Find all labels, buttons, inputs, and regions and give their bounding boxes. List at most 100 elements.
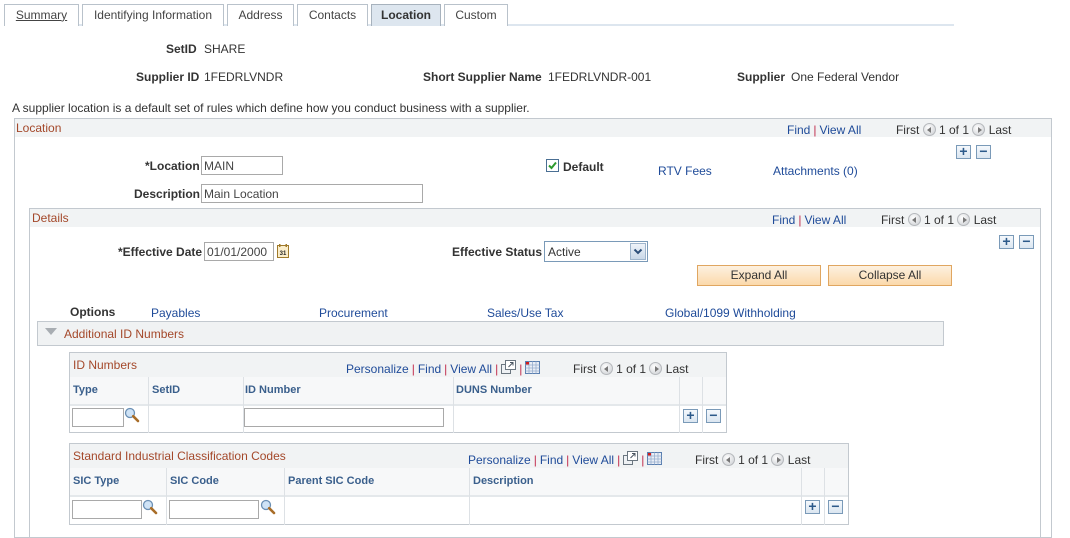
tab-label: Identifying Information	[93, 8, 213, 22]
column-divider	[824, 468, 825, 525]
separator: |	[411, 362, 415, 376]
location-input[interactable]	[201, 156, 283, 175]
separator: |	[519, 362, 523, 376]
effective-date-input[interactable]	[204, 242, 274, 261]
column-divider	[469, 468, 470, 525]
id-numbers-grid-title: ID Numbers	[73, 358, 138, 372]
description-input[interactable]	[201, 184, 423, 203]
tab-location[interactable]: Location	[371, 4, 441, 26]
collapse-triangle-icon	[45, 328, 57, 335]
separator: |	[617, 453, 621, 467]
location-find-link[interactable]: Find	[787, 123, 810, 137]
previous-arrow-icon[interactable]	[907, 213, 921, 226]
type-input[interactable]	[72, 408, 124, 427]
tab-summary[interactable]: Summary	[4, 4, 79, 26]
details-find-link[interactable]: Find	[772, 213, 795, 227]
sic-grid-title: Standard Industrial Classification Codes	[73, 449, 286, 463]
default-checkbox[interactable]	[546, 159, 559, 172]
additional-id-numbers-header[interactable]: Additional ID Numbers	[37, 321, 944, 346]
payables-link[interactable]: Payables	[151, 306, 200, 320]
magnifier-icon[interactable]	[260, 499, 276, 515]
delete-location-button[interactable]: −	[976, 144, 991, 159]
previous-arrow-icon[interactable]	[922, 123, 936, 136]
default-label: Default	[563, 160, 604, 174]
delete-row-button[interactable]: −	[828, 499, 843, 514]
previous-arrow-icon[interactable]	[721, 453, 735, 466]
expand-all-button[interactable]: Expand All	[697, 265, 821, 286]
first-label: First	[695, 453, 719, 467]
column-header-type[interactable]: Type	[73, 384, 98, 396]
effective-status-value: Active	[548, 245, 581, 259]
svg-text:31: 31	[280, 251, 287, 257]
details-last-label: Last	[973, 213, 997, 227]
column-divider	[453, 377, 454, 433]
personalize-link[interactable]: Personalize	[346, 362, 409, 376]
column-header-sic-type[interactable]: SIC Type	[73, 475, 119, 487]
column-divider	[284, 468, 285, 525]
separator: |	[813, 123, 817, 137]
id-number-input[interactable]	[244, 408, 444, 427]
procurement-link[interactable]: Procurement	[319, 306, 388, 320]
supplier-id-value: 1FEDRLVNDR	[204, 70, 284, 84]
column-header-id-number[interactable]: ID Number	[245, 384, 301, 396]
additional-id-numbers-title: Additional ID Numbers	[64, 327, 185, 341]
find-link[interactable]: Find	[540, 453, 563, 467]
delete-details-button[interactable]: −	[1019, 234, 1034, 249]
column-divider	[801, 468, 802, 525]
next-arrow-icon[interactable]	[649, 362, 663, 375]
first-label: First	[573, 362, 597, 376]
tab-address[interactable]: Address	[227, 4, 294, 26]
next-arrow-icon[interactable]	[957, 213, 971, 226]
next-arrow-icon[interactable]	[972, 123, 986, 136]
column-divider	[148, 377, 149, 433]
next-arrow-icon[interactable]	[771, 453, 785, 466]
effective-status-select[interactable]: Active	[544, 241, 648, 262]
supplier-id-label: Supplier ID	[136, 70, 200, 84]
new-window-icon[interactable]	[623, 451, 639, 465]
calendar-icon[interactable]: 31	[277, 244, 289, 258]
short-supplier-name-label: Short Supplier Name	[423, 70, 542, 84]
add-location-button[interactable]: +	[956, 144, 971, 159]
delete-row-button[interactable]: −	[706, 408, 721, 423]
location-nav: Find | View All First 1 of 1 Last	[787, 123, 1011, 137]
rtv-fees-link[interactable]: RTV Fees	[658, 164, 712, 178]
supplier-value: One Federal Vendor	[791, 70, 900, 84]
global-1099-withholding-link[interactable]: Global/1099 Withholding	[665, 306, 796, 320]
find-link[interactable]: Find	[418, 362, 441, 376]
add-row-button[interactable]: +	[683, 408, 698, 423]
column-header-description[interactable]: Description	[473, 475, 534, 487]
collapse-all-button[interactable]: Collapse All	[828, 265, 952, 286]
details-view-all-link[interactable]: View All	[804, 213, 846, 227]
column-header-setid[interactable]: SetID	[152, 384, 180, 396]
tab-label: Location	[381, 8, 431, 22]
checkmark-icon	[548, 161, 557, 170]
column-header-duns-number[interactable]: DUNS Number	[456, 384, 532, 396]
location-first-label: First	[895, 123, 920, 137]
row-count: 1 of 1	[738, 453, 769, 467]
tab-contacts[interactable]: Contacts	[297, 4, 368, 26]
new-window-icon[interactable]	[501, 360, 517, 374]
attachments-link[interactable]: Attachments (0)	[773, 164, 858, 178]
setid-label: SetID	[166, 42, 197, 56]
view-all-link[interactable]: View All	[572, 453, 614, 467]
magnifier-icon[interactable]	[124, 407, 140, 423]
column-header-sic-code[interactable]: SIC Code	[170, 475, 219, 487]
tab-custom[interactable]: Custom	[444, 4, 508, 26]
details-nav: Find | View All First 1 of 1 Last	[772, 213, 996, 227]
spreadsheet-icon[interactable]	[647, 452, 663, 465]
tab-identifying-information[interactable]: Identifying Information	[82, 4, 224, 26]
sic-code-input[interactable]	[169, 500, 259, 519]
view-all-link[interactable]: View All	[450, 362, 492, 376]
magnifier-icon[interactable]	[142, 499, 158, 515]
column-header-parent-sic-code[interactable]: Parent SIC Code	[288, 475, 374, 487]
previous-arrow-icon[interactable]	[599, 362, 613, 375]
sales-use-tax-link[interactable]: Sales/Use Tax	[487, 306, 563, 320]
separator: |	[533, 453, 537, 467]
personalize-link[interactable]: Personalize	[468, 453, 531, 467]
location-last-label: Last	[988, 123, 1012, 137]
add-details-button[interactable]: +	[999, 234, 1014, 249]
spreadsheet-icon[interactable]	[525, 361, 541, 374]
location-view-all-link[interactable]: View All	[819, 123, 861, 137]
add-row-button[interactable]: +	[805, 499, 820, 514]
sic-type-input[interactable]	[72, 500, 142, 519]
